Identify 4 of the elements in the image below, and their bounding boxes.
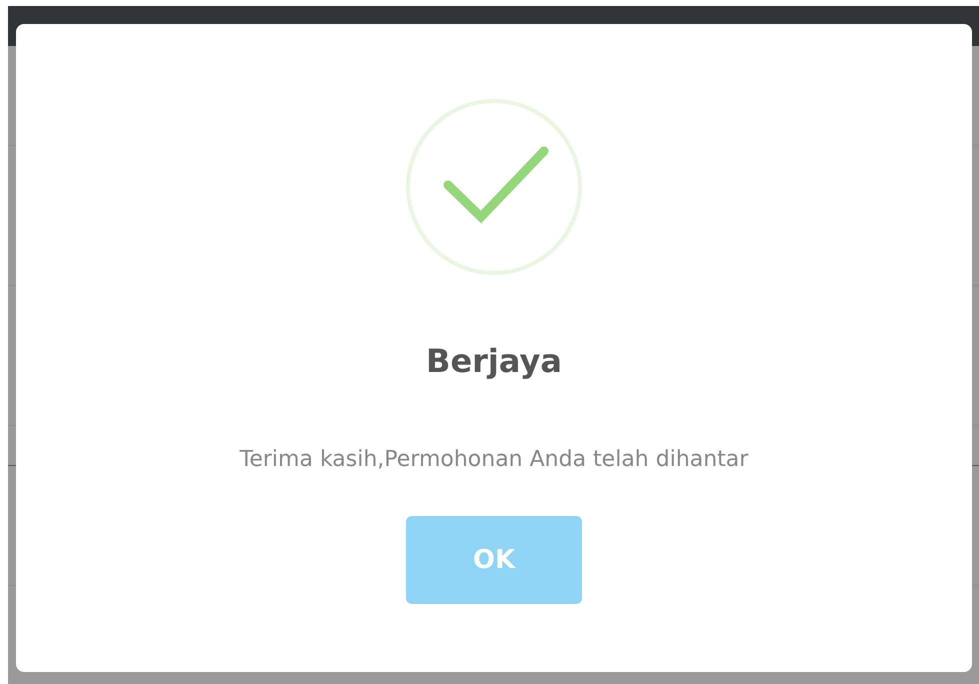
checkmark-icon xyxy=(404,97,584,277)
dialog-title: Berjaya xyxy=(426,341,562,382)
ok-button[interactable]: OK xyxy=(406,516,582,604)
dialog-message: Terima kasih,Permohonan Anda telah dihantar xyxy=(240,446,748,474)
